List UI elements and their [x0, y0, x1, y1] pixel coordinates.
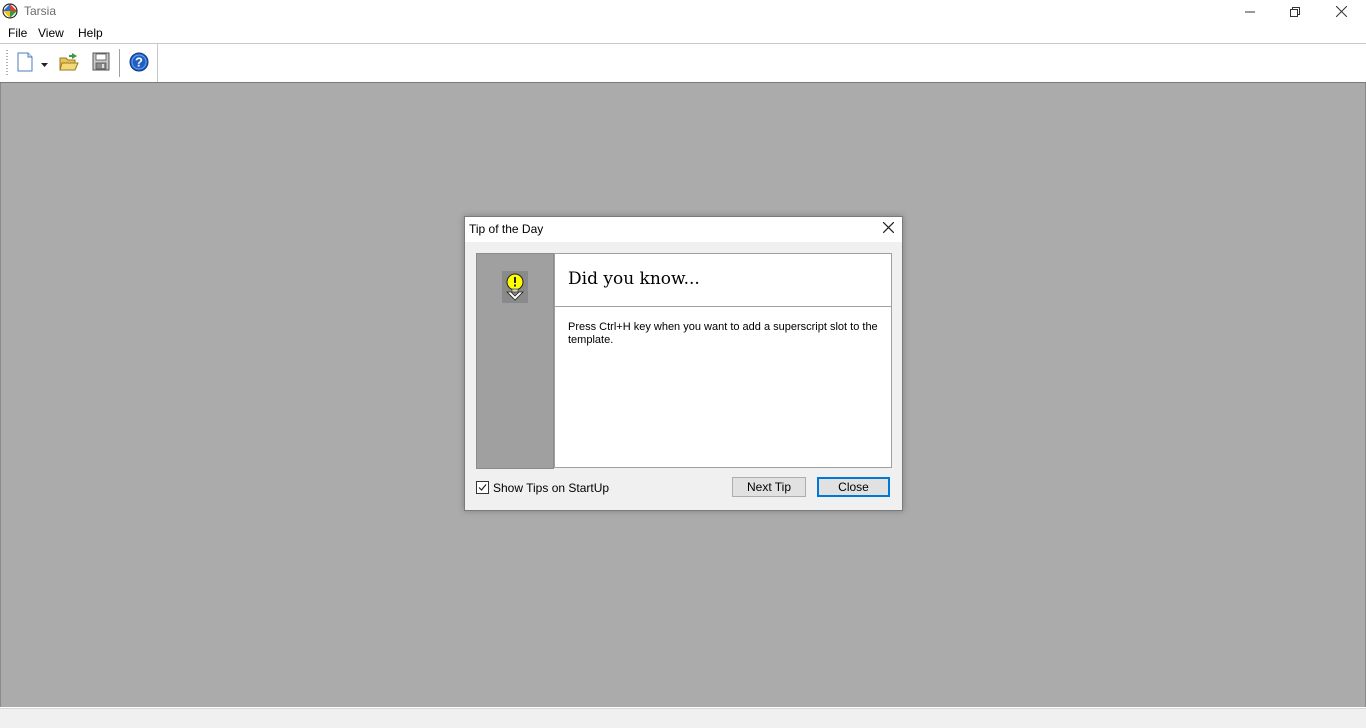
restore-button[interactable]	[1272, 0, 1318, 23]
minimize-icon	[1245, 7, 1255, 17]
toolbar: ?	[0, 44, 1366, 83]
menu-file[interactable]: File	[8, 26, 27, 40]
tip-body: Press Ctrl+H key when you want to add a …	[554, 307, 892, 468]
title-bar: Tarsia	[0, 0, 1366, 23]
help-button[interactable]: ?	[127, 51, 151, 75]
minimize-button[interactable]	[1227, 0, 1273, 23]
tip-icon-panel	[476, 253, 554, 469]
window-title: Tarsia	[24, 4, 57, 18]
new-dropdown-button[interactable]	[38, 51, 50, 75]
show-tips-checkbox-row[interactable]: Show Tips on StartUp	[476, 480, 609, 495]
toolbar-grip[interactable]	[6, 50, 8, 76]
dialog-title: Tip of the Day	[469, 222, 544, 236]
tip-text: Press Ctrl+H key when you want to add a …	[568, 321, 878, 346]
new-document-icon	[16, 52, 34, 75]
tip-heading: Did you know...	[568, 269, 700, 289]
open-button[interactable]	[57, 51, 81, 75]
dialog-close-button[interactable]	[880, 221, 896, 237]
close-icon	[1335, 6, 1347, 17]
close-button[interactable]: Close	[817, 477, 890, 497]
close-window-button[interactable]	[1318, 0, 1364, 23]
tip-of-the-day-dialog: Tip of the Day Did you know... Press Ctr…	[464, 216, 903, 511]
help-icon: ?	[129, 52, 149, 75]
save-icon	[92, 52, 110, 74]
open-folder-icon	[59, 52, 79, 75]
status-bar	[0, 708, 1366, 728]
dialog-title-bar: Tip of the Day	[465, 217, 902, 242]
save-button[interactable]	[89, 51, 113, 75]
close-icon	[882, 221, 894, 236]
dropdown-arrow-icon	[40, 56, 48, 70]
checkmark-icon	[478, 484, 487, 491]
lightbulb-icon	[502, 271, 528, 303]
menu-bar: File View Help	[0, 23, 1366, 44]
tarsia-app-icon	[2, 3, 18, 19]
restore-icon	[1290, 6, 1300, 17]
show-tips-checkbox[interactable]	[476, 481, 489, 494]
menu-view[interactable]: View	[38, 26, 64, 40]
show-tips-label[interactable]: Show Tips on StartUp	[493, 481, 609, 495]
tip-header: Did you know...	[554, 253, 892, 307]
next-tip-button[interactable]: Next Tip	[732, 477, 806, 497]
toolbar-end-divider	[157, 44, 158, 82]
svg-text:?: ?	[135, 54, 143, 69]
menu-help[interactable]: Help	[78, 26, 103, 40]
toolbar-separator	[119, 49, 121, 77]
new-button[interactable]	[13, 51, 37, 75]
